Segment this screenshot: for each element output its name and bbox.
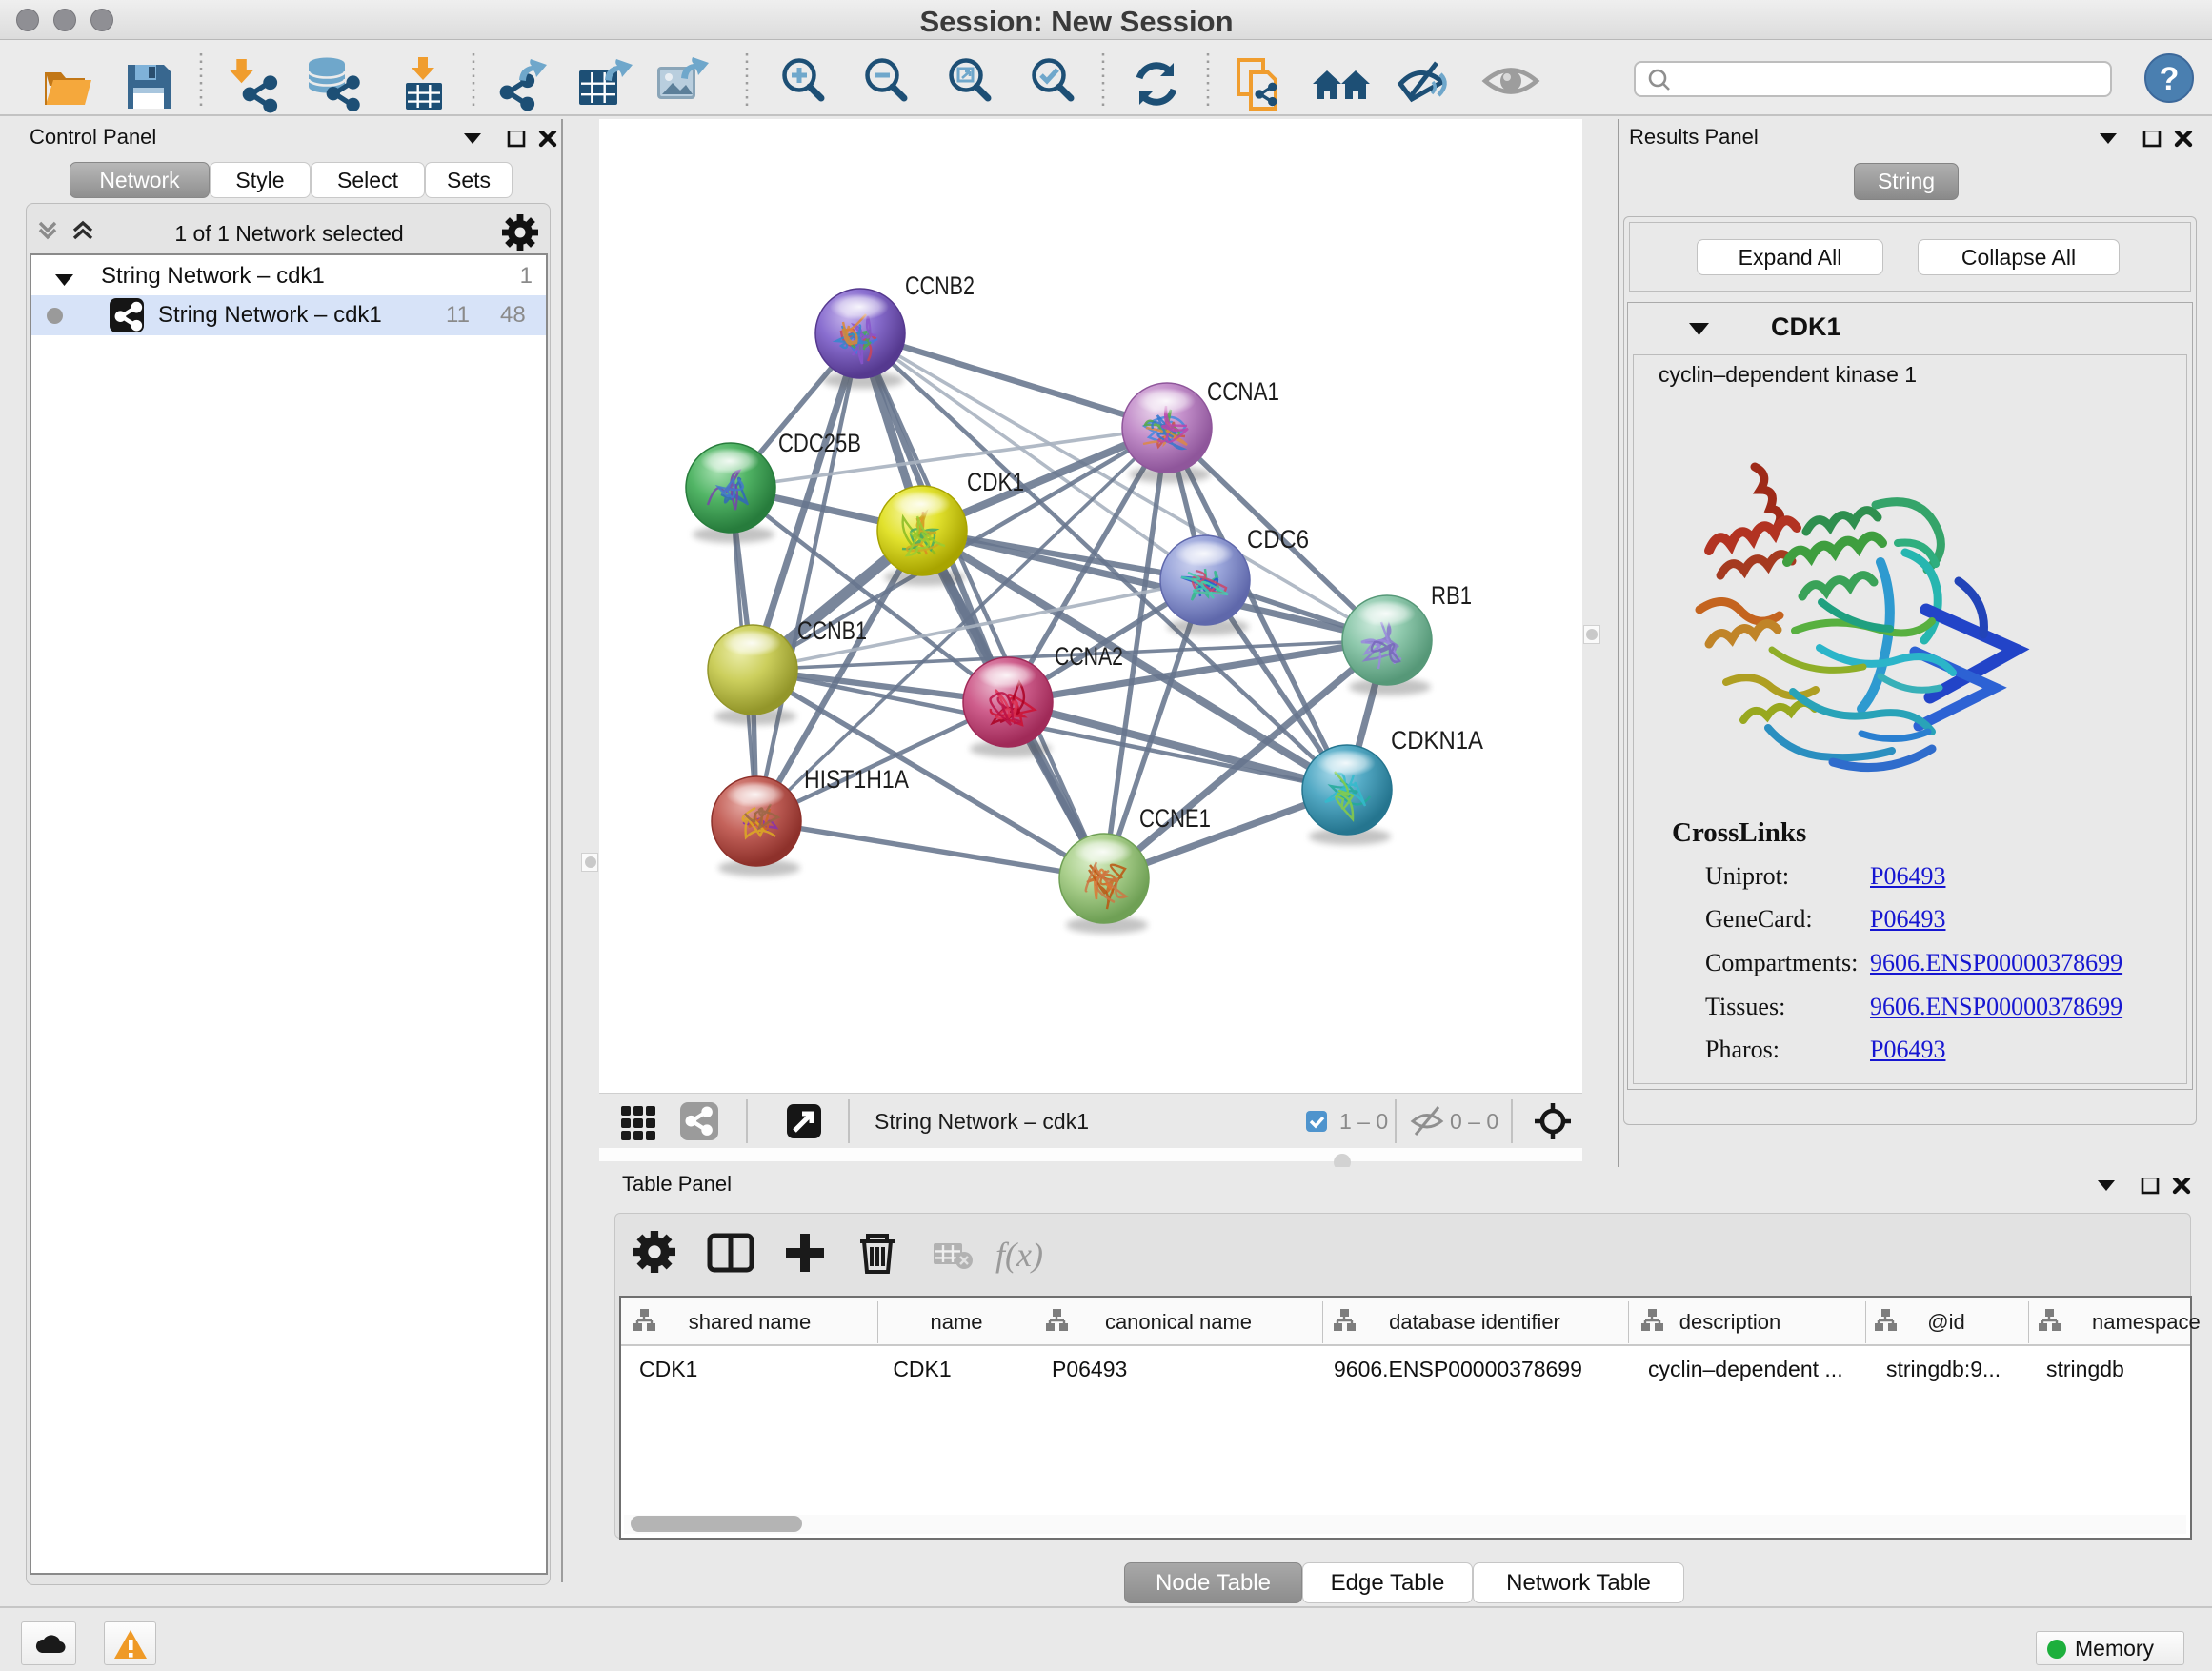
- svg-text:f(x): f(x): [995, 1236, 1043, 1274]
- svg-text:CCNA2: CCNA2: [1055, 642, 1123, 671]
- svg-text:CDKN1A: CDKN1A: [1391, 726, 1483, 755]
- svg-text:?: ?: [2160, 61, 2180, 97]
- svg-text:HIST1H1A: HIST1H1A: [804, 765, 909, 794]
- svg-text:CDK1: CDK1: [967, 468, 1024, 496]
- svg-text:0 – 0: 0 – 0: [1450, 1109, 1498, 1134]
- svg-text:CCNA1: CCNA1: [1207, 377, 1279, 406]
- svg-text:CCNE1: CCNE1: [1139, 804, 1211, 833]
- svg-text:1 – 0: 1 – 0: [1339, 1109, 1388, 1134]
- svg-text:String Network – cdk1: String Network – cdk1: [875, 1109, 1089, 1134]
- svg-text:RB1: RB1: [1431, 581, 1472, 610]
- svg-text:CDC6: CDC6: [1247, 525, 1309, 554]
- svg-text:CDC25B: CDC25B: [778, 429, 861, 457]
- svg-text:CCNB1: CCNB1: [797, 616, 867, 645]
- svg-text:CCNB2: CCNB2: [905, 272, 975, 300]
